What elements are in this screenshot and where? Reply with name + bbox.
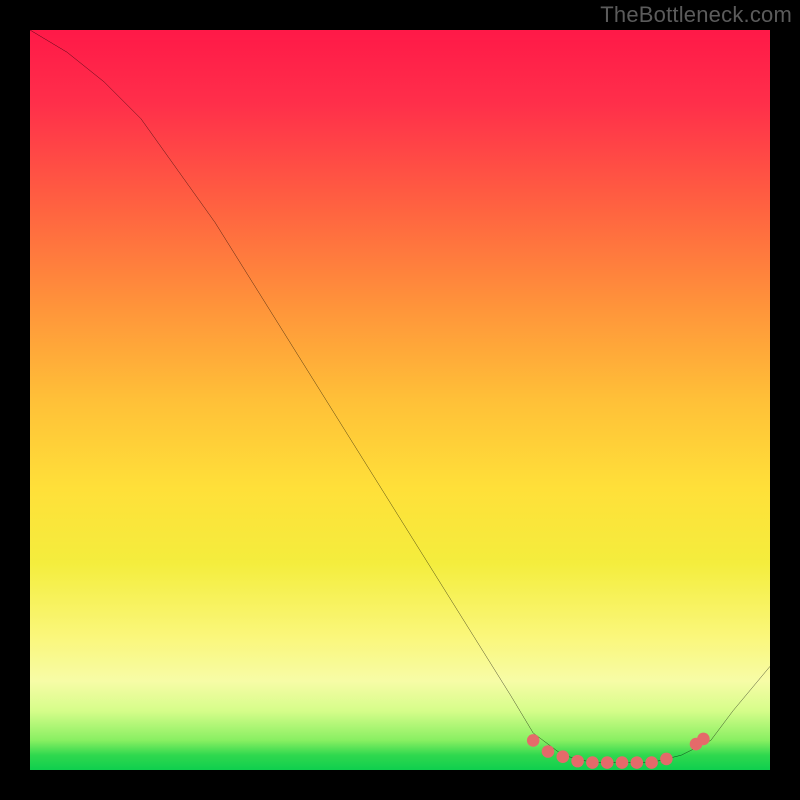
watermark-text: TheBottleneck.com xyxy=(600,2,792,28)
plot-gradient-area xyxy=(30,30,770,770)
chart-frame: TheBottleneck.com xyxy=(0,0,800,800)
